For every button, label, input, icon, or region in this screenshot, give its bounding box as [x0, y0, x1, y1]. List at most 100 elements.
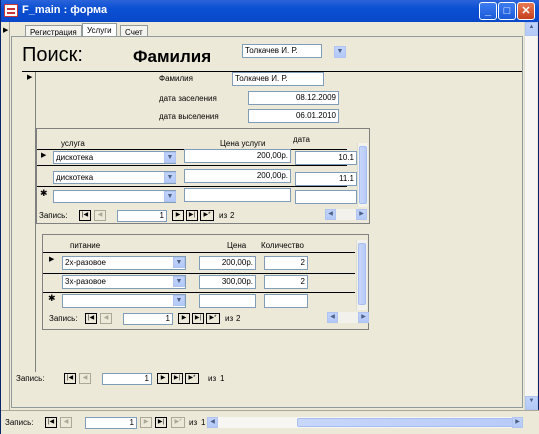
current-record-icon: ▶ — [3, 27, 9, 34]
new-row-icon: ✱ — [40, 188, 48, 198]
prev-record-button[interactable]: ◀ — [79, 373, 91, 384]
meals-vscroll[interactable] — [356, 240, 367, 310]
services-row-price[interactable]: 200,00р. — [184, 169, 291, 183]
subform-selector-column[interactable]: ▶ — [22, 72, 36, 372]
services-subform: услуга Цена услуги дата ▶ дискотека ▼ 20… — [36, 128, 370, 224]
scroll-left-button[interactable]: ◀ — [325, 209, 336, 220]
meals-new-meal[interactable] — [62, 294, 186, 308]
chevron-down-icon: ▼ — [166, 193, 174, 200]
form-nav-bar: Запись: |◀ ◀ 1 ▶ ▶| ▶* из 1 ◀ ▶ — [1, 410, 539, 434]
record-nav-label: Запись: — [16, 374, 45, 383]
search-combo-value[interactable]: Толкачев И. Р. — [242, 44, 322, 58]
surname-field[interactable]: Толкачев И. Р. — [232, 72, 324, 86]
search-dropdown-button[interactable]: ▼ — [334, 46, 346, 58]
record-total: 1 — [201, 418, 206, 427]
record-number-input[interactable]: 1 — [117, 210, 167, 222]
services-row-date[interactable]: 10.1 — [295, 151, 357, 165]
service-dropdown-button[interactable]: ▼ — [164, 191, 176, 202]
first-record-button[interactable]: |◀ — [85, 313, 97, 324]
meals-row-meal[interactable]: 2х-разовое — [62, 256, 186, 270]
last-record-button[interactable]: ▶| — [155, 417, 167, 428]
last-record-button[interactable]: ▶| — [171, 373, 183, 384]
meal-dropdown-button[interactable]: ▼ — [173, 295, 185, 306]
services-new-date[interactable] — [295, 190, 357, 204]
services-hscroll[interactable]: ◀ ▶ — [325, 209, 367, 220]
services-vscroll[interactable] — [357, 143, 368, 207]
checkin-field[interactable]: 08.12.2009 — [248, 91, 339, 105]
next-record-button[interactable]: ▶ — [140, 417, 152, 428]
next-record-button[interactable]: ▶ — [172, 210, 184, 221]
services-new-price[interactable] — [184, 188, 291, 202]
record-of-label: из — [225, 314, 234, 323]
record-total: 2 — [230, 211, 235, 220]
meal-dropdown-button[interactable]: ▼ — [173, 276, 185, 287]
next-record-button[interactable]: ▶ — [178, 313, 190, 324]
form-hscroll[interactable]: ◀ ▶ — [207, 417, 523, 428]
scroll-right-button[interactable]: ▶ — [356, 209, 367, 220]
chevron-down-icon: ▼ — [336, 48, 344, 55]
record-number-input[interactable]: 1 — [123, 313, 173, 325]
record-total: 1 — [220, 374, 225, 383]
form-vscroll[interactable]: ▲ ▼ — [524, 22, 538, 410]
window-title: F_main : форма — [22, 4, 108, 16]
meals-col-meal: питание — [70, 241, 101, 250]
scroll-thumb[interactable] — [358, 243, 366, 305]
new-record-button[interactable]: ▶* — [206, 313, 220, 324]
first-record-button[interactable]: |◀ — [79, 210, 91, 221]
new-record-button[interactable]: ▶* — [185, 373, 199, 384]
scroll-right-button[interactable]: ▶ — [512, 417, 523, 428]
scroll-left-button[interactable]: ◀ — [327, 312, 338, 323]
scroll-down-button[interactable]: ▼ — [525, 396, 538, 410]
meals-row-qty[interactable]: 2 — [264, 256, 308, 270]
service-dropdown-button[interactable]: ▼ — [164, 172, 176, 183]
meals-hscroll[interactable]: ◀ ▶ — [327, 312, 369, 323]
services-new-service[interactable] — [53, 190, 176, 203]
first-record-button[interactable]: |◀ — [64, 373, 76, 384]
services-row-price[interactable]: 200,00р. — [184, 149, 291, 163]
last-record-button[interactable]: ▶| — [186, 210, 198, 221]
prev-record-button[interactable]: ◀ — [60, 417, 72, 428]
last-record-button[interactable]: ▶| — [192, 313, 204, 324]
chevron-down-icon: ▼ — [166, 174, 174, 181]
meals-row-qty[interactable]: 2 — [264, 275, 308, 289]
scroll-left-button[interactable]: ◀ — [207, 417, 218, 428]
services-row-service[interactable]: дискотека — [53, 171, 176, 184]
record-nav-label: Запись: — [49, 314, 78, 323]
meals-new-price[interactable] — [199, 294, 256, 308]
surname-label: Фамилия — [159, 74, 193, 83]
form-record-selector[interactable]: ▶ — [2, 22, 10, 410]
record-number-input[interactable]: 1 — [85, 417, 137, 429]
meal-dropdown-button[interactable]: ▼ — [173, 257, 185, 268]
record-of-label: из — [219, 211, 228, 220]
first-record-button[interactable]: |◀ — [45, 417, 57, 428]
minimize-button[interactable]: _ — [479, 2, 497, 20]
new-record-button[interactable]: ▶* — [200, 210, 214, 221]
scroll-up-button[interactable]: ▲ — [525, 22, 538, 36]
prev-record-button[interactable]: ◀ — [94, 210, 106, 221]
prev-record-button[interactable]: ◀ — [100, 313, 112, 324]
meals-row-price[interactable]: 200,00р. — [199, 256, 256, 270]
current-row-icon: ▶ — [49, 256, 55, 263]
meals-row-meal[interactable]: 3х-разовое — [62, 275, 186, 289]
next-record-button[interactable]: ▶ — [157, 373, 169, 384]
chevron-down-icon: ▼ — [175, 278, 183, 285]
meals-new-qty[interactable] — [264, 294, 308, 308]
close-button[interactable]: ✕ — [517, 2, 535, 20]
scroll-thumb[interactable] — [297, 418, 517, 427]
services-row-service[interactable]: дискотека — [53, 151, 176, 164]
form-window: F_main : форма _ □ ✕ ▶ Регистрация Услуг… — [0, 0, 539, 434]
scroll-right-button[interactable]: ▶ — [358, 312, 369, 323]
checkin-label: дата заселения — [159, 94, 217, 103]
services-col-date: дата — [293, 135, 310, 144]
checkout-label: дата выселения — [159, 112, 219, 121]
scroll-thumb[interactable] — [359, 146, 367, 204]
services-row-date[interactable]: 11.1 — [295, 172, 357, 186]
checkout-field[interactable]: 06.01.2010 — [248, 109, 339, 123]
meals-row-price[interactable]: 300,00р. — [199, 275, 256, 289]
record-number-input[interactable]: 1 — [102, 373, 152, 385]
service-dropdown-button[interactable]: ▼ — [164, 152, 176, 163]
meals-subform: питание Цена Количество ▶ 2х-разовое ▼ 2… — [42, 234, 369, 330]
new-record-button[interactable]: ▶* — [171, 417, 185, 428]
services-col-price: Цена услуги — [220, 139, 266, 148]
maximize-button[interactable]: □ — [498, 2, 516, 20]
